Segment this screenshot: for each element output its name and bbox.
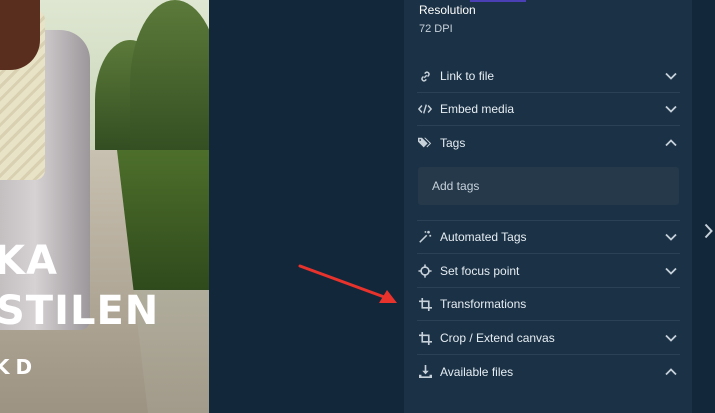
link-icon	[418, 69, 432, 83]
crop-icon	[418, 297, 432, 311]
section-label: Automated Tags	[440, 230, 527, 244]
chevron-down-icon[interactable]	[664, 102, 678, 116]
section-embed-media[interactable]: Embed media	[417, 93, 680, 126]
section-label: Set focus point	[440, 264, 520, 278]
section-label: Available files	[440, 364, 514, 379]
chevron-right-icon	[704, 223, 713, 239]
section-set-focus-point[interactable]: Set focus point	[417, 255, 680, 288]
chevron-up-icon[interactable]	[664, 136, 678, 150]
section-crop-extend-canvas[interactable]: Crop / Extend canvas	[417, 322, 680, 355]
chevron-up-icon[interactable]	[664, 365, 678, 379]
image-text-line-1: KA	[0, 238, 58, 284]
resolution-value: 72 DPI	[419, 23, 453, 35]
image-preview: KA STILEN KD	[0, 0, 209, 413]
resolution-underline	[470, 0, 526, 2]
image-text-line-3: KD	[0, 355, 39, 379]
hedge-shape	[130, 0, 209, 170]
section-label: Crop / Extend canvas	[440, 331, 555, 345]
section-automated-tags[interactable]: Automated Tags	[417, 221, 680, 254]
next-arrow-button[interactable]	[700, 221, 715, 241]
resolution-label: Resolution	[419, 3, 476, 17]
chevron-down-icon[interactable]	[664, 69, 678, 83]
chevron-down-icon[interactable]	[664, 230, 678, 244]
code-icon	[418, 102, 432, 116]
magic-wand-icon	[418, 230, 432, 244]
canvas-background	[209, 0, 404, 413]
tags-input[interactable]	[418, 167, 679, 205]
section-label: Embed media	[440, 102, 515, 116]
chevron-down-icon[interactable]	[664, 264, 678, 278]
section-link-to-file[interactable]: Link to file	[417, 60, 680, 93]
chevron-down-icon[interactable]	[664, 331, 678, 345]
image-text-line-2: STILEN	[0, 288, 160, 334]
section-tags[interactable]: Tags	[417, 126, 680, 159]
details-panel: Resolution 72 DPI Link to file Embed med…	[404, 0, 692, 413]
section-available-files[interactable]: Available files	[417, 355, 680, 388]
tag-icon	[418, 136, 432, 150]
annotation-arrow-icon	[298, 264, 397, 303]
crop-icon	[418, 331, 432, 345]
crosshair-icon	[418, 264, 432, 278]
section-label: Link to file	[440, 69, 495, 83]
section-label: Tags	[440, 135, 466, 150]
section-label: Transformations	[440, 297, 527, 311]
download-icon	[418, 365, 432, 379]
section-transformations[interactable]: Transformations	[417, 288, 680, 321]
